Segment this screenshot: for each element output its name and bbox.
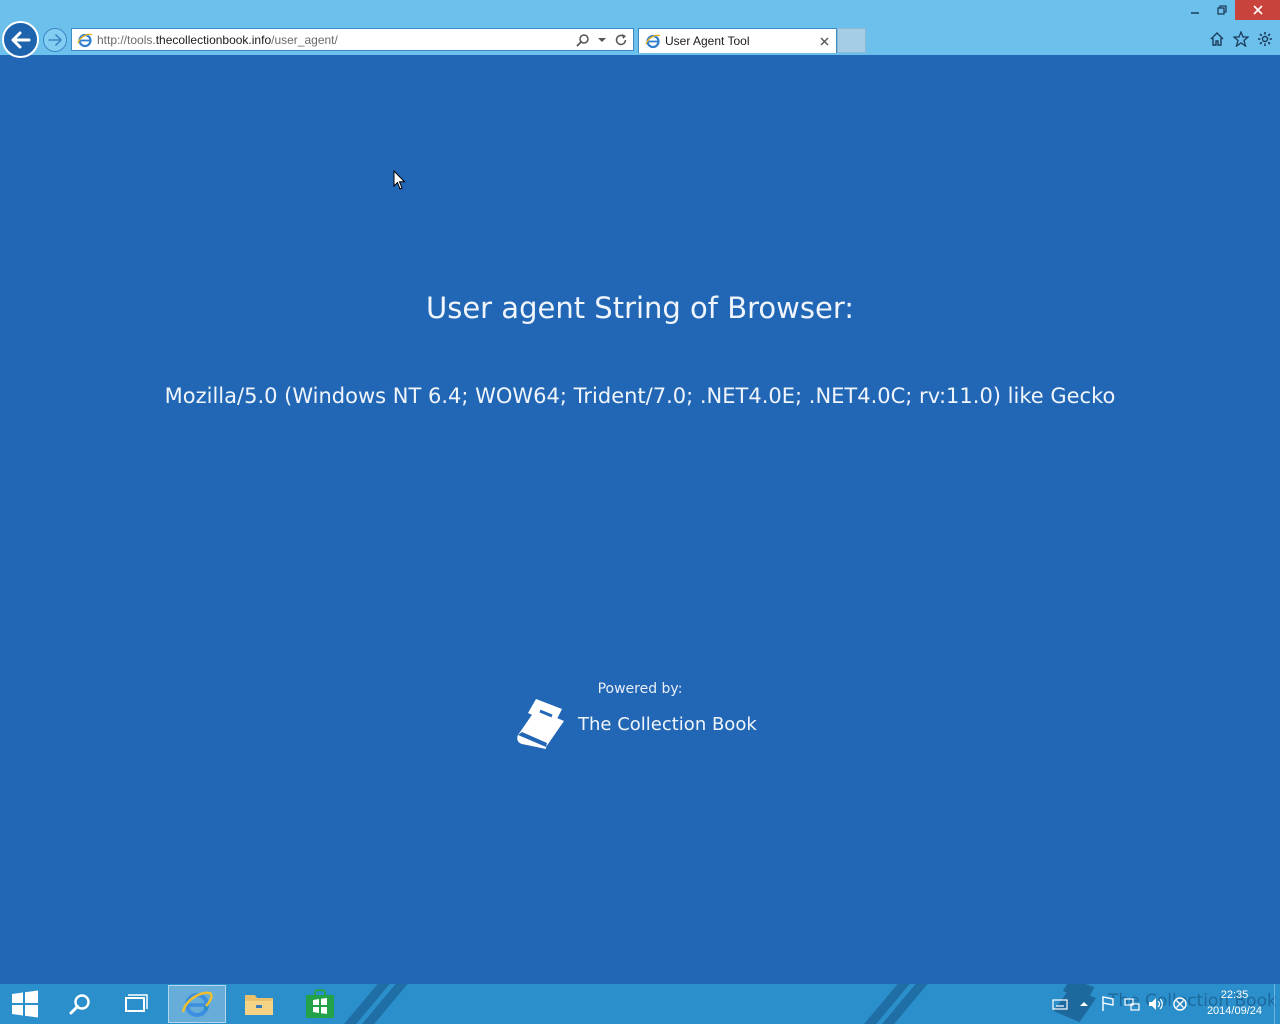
taskbar-search-button[interactable] (62, 984, 98, 1024)
task-view-icon (125, 994, 148, 1012)
taskbar-internet-explorer[interactable] (168, 985, 226, 1023)
store-icon (306, 989, 334, 1018)
url-prefix: http://tools. (97, 32, 156, 47)
tab-user-agent-tool[interactable]: User Agent Tool (638, 28, 837, 53)
network-icon (1124, 998, 1140, 1011)
show-hidden-icons-button[interactable] (1076, 996, 1092, 1012)
blocked-icon (1173, 997, 1187, 1011)
start-button[interactable] (5, 984, 45, 1024)
tray-icons (1052, 996, 1188, 1012)
page-heading: User agent String of Browser: (425, 291, 855, 325)
back-arrow-icon (11, 31, 30, 48)
restore-icon (1216, 5, 1227, 15)
chevron-up-icon (1080, 1002, 1088, 1006)
refresh-button[interactable] (613, 32, 629, 48)
status-tray-button[interactable] (1172, 996, 1188, 1012)
search-dropdown-button[interactable] (594, 32, 610, 48)
ie-favicon-icon (77, 33, 93, 47)
home-button[interactable] (1208, 30, 1226, 48)
taskbar: The Collection Book 22:35 2014/09/24 (0, 984, 1280, 1024)
keyboard-icon (1052, 999, 1068, 1010)
address-tools (575, 32, 633, 48)
home-icon (1210, 32, 1224, 46)
forward-button[interactable] (43, 28, 67, 52)
back-button[interactable] (2, 21, 39, 58)
page-content: User agent String of Browser: Mozilla/5.… (0, 55, 1280, 984)
url-path: /user_agent/ (271, 32, 338, 47)
action-center-button[interactable] (1100, 996, 1116, 1012)
clock-date: 2014/09/24 (1206, 1005, 1262, 1017)
windows-logo-icon (12, 990, 38, 1018)
favorites-button[interactable] (1232, 30, 1250, 48)
close-icon (820, 37, 828, 45)
new-tab-button[interactable] (837, 28, 866, 53)
speaker-icon (1149, 998, 1163, 1010)
volume-button[interactable] (1148, 996, 1164, 1012)
window-controls (1181, 0, 1280, 20)
search-icon (576, 33, 589, 47)
mouse-cursor-icon (393, 170, 406, 190)
search-button[interactable] (575, 32, 591, 48)
address-bar[interactable]: http://tools.thecollectionbook.info/user… (71, 28, 634, 51)
close-icon (1252, 5, 1263, 15)
search-icon (69, 994, 90, 1015)
powered-by-label: Powered by: (597, 681, 683, 697)
tab-close-button[interactable] (815, 32, 833, 50)
brand-link[interactable]: The Collection Book (514, 699, 757, 749)
browser-toolbar-icons (1208, 30, 1274, 48)
network-button[interactable] (1124, 996, 1140, 1012)
tab-title: User Agent Tool (665, 34, 750, 48)
star-icon (1233, 31, 1249, 47)
brand-name: The Collection Book (578, 713, 757, 735)
chevron-down-icon (598, 37, 606, 42)
show-desktop-button[interactable] (1274, 984, 1280, 1024)
minimize-icon (1190, 12, 1199, 14)
minimize-button[interactable] (1181, 0, 1208, 20)
flag-icon (1102, 996, 1114, 1011)
restore-button[interactable] (1208, 0, 1235, 20)
folder-icon (245, 995, 273, 1015)
refresh-icon (615, 33, 627, 45)
clock-time: 22:35 (1220, 989, 1249, 1001)
book-logo-icon (517, 699, 564, 749)
gear-icon (1258, 32, 1272, 46)
taskbar-store[interactable] (298, 984, 342, 1024)
window-close-button[interactable] (1235, 0, 1280, 20)
taskbar-file-explorer[interactable] (236, 984, 282, 1024)
task-view-button[interactable] (118, 984, 154, 1024)
internet-explorer-icon (181, 991, 213, 1017)
user-agent-string: Mozilla/5.0 (Windows NT 6.4; WOW64; Trid… (164, 384, 1116, 408)
ie-favicon-icon (645, 34, 661, 49)
address-url[interactable]: http://tools.thecollectionbook.info/user… (97, 33, 575, 47)
tools-button[interactable] (1256, 30, 1274, 48)
browser-chrome: http://tools.thecollectionbook.info/user… (0, 0, 1280, 58)
keyboard-tray-button[interactable] (1052, 996, 1068, 1012)
forward-arrow-icon (48, 34, 62, 46)
clock[interactable]: 22:35 2014/09/24 (1207, 987, 1262, 1019)
url-domain: thecollectionbook.info (155, 32, 272, 47)
